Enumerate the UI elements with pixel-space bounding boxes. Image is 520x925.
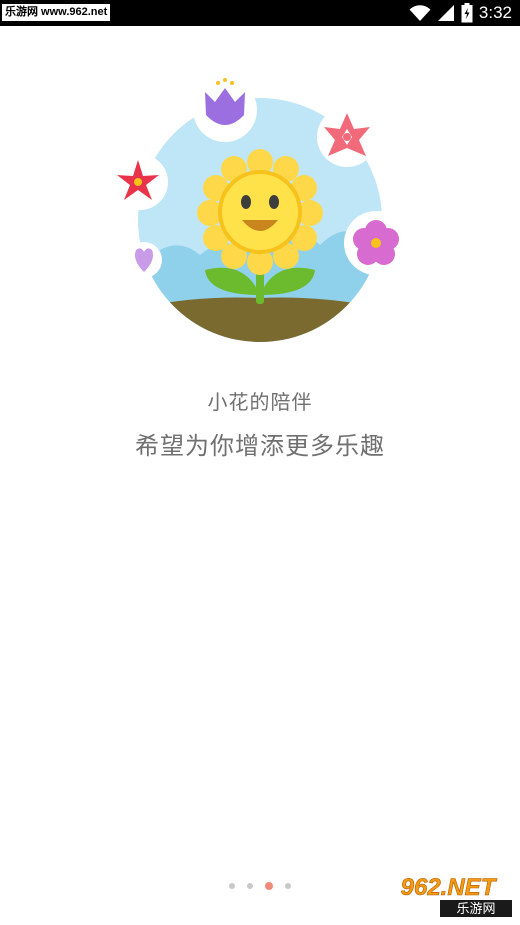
clock-time: 3:32 [478, 3, 512, 22]
onboarding-screen: 乐游网 www.962.net 3:32 小花的陪伴 希望为你增添更多乐趣 96… [0, 0, 520, 925]
page-dot-2[interactable] [247, 883, 253, 889]
watermark-bottom-text: 乐游网 [456, 902, 495, 917]
onboarding-subtitle: 希望为你增添更多乐趣 [135, 432, 385, 460]
site-badge: 乐游网 www.962.net [2, 4, 111, 21]
sunflower-face [218, 170, 302, 254]
battery-charging-icon [461, 3, 473, 23]
page-dot-4[interactable] [285, 883, 291, 889]
onboarding-title: 小花的陪伴 [207, 390, 313, 414]
signal-icon [437, 5, 454, 21]
wifi-icon [409, 5, 431, 21]
watermark-top-text: 962.NET [401, 874, 498, 901]
page-dot-3-active[interactable] [265, 882, 273, 890]
page-dot-1[interactable] [229, 883, 235, 889]
status-icons: 3:32 [409, 0, 512, 26]
status-bar: 乐游网 www.962.net 3:32 [0, 0, 520, 26]
sunflower-illustration [112, 78, 408, 342]
watermark-logo: 962.NET 乐游网 [382, 871, 514, 919]
